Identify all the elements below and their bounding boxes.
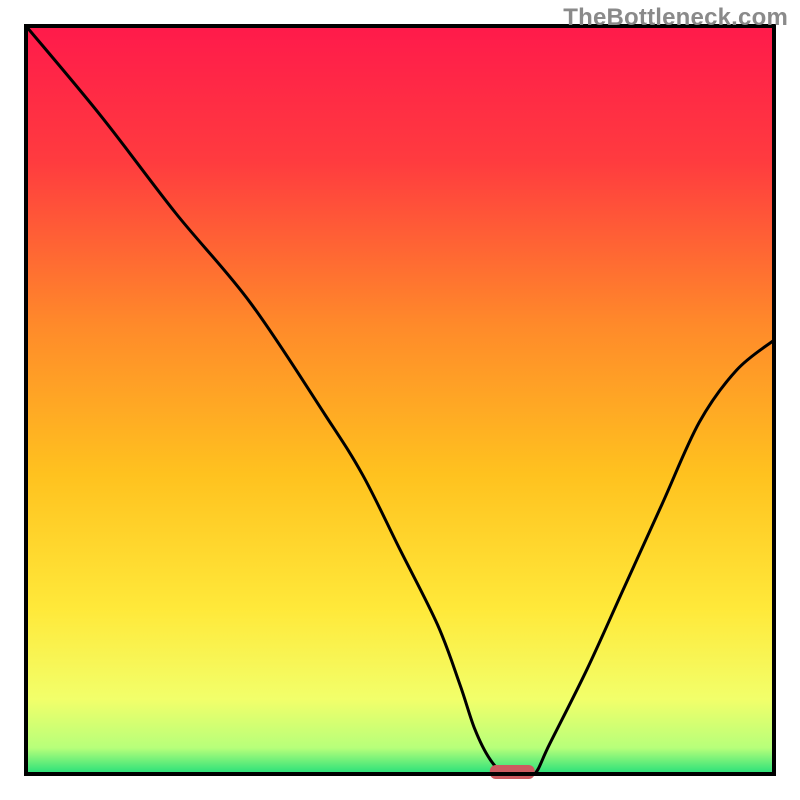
chart-canvas: TheBottleneck.com xyxy=(0,0,800,800)
plot-svg xyxy=(0,0,800,800)
watermark-text: TheBottleneck.com xyxy=(563,4,788,32)
plot-background xyxy=(26,26,774,774)
